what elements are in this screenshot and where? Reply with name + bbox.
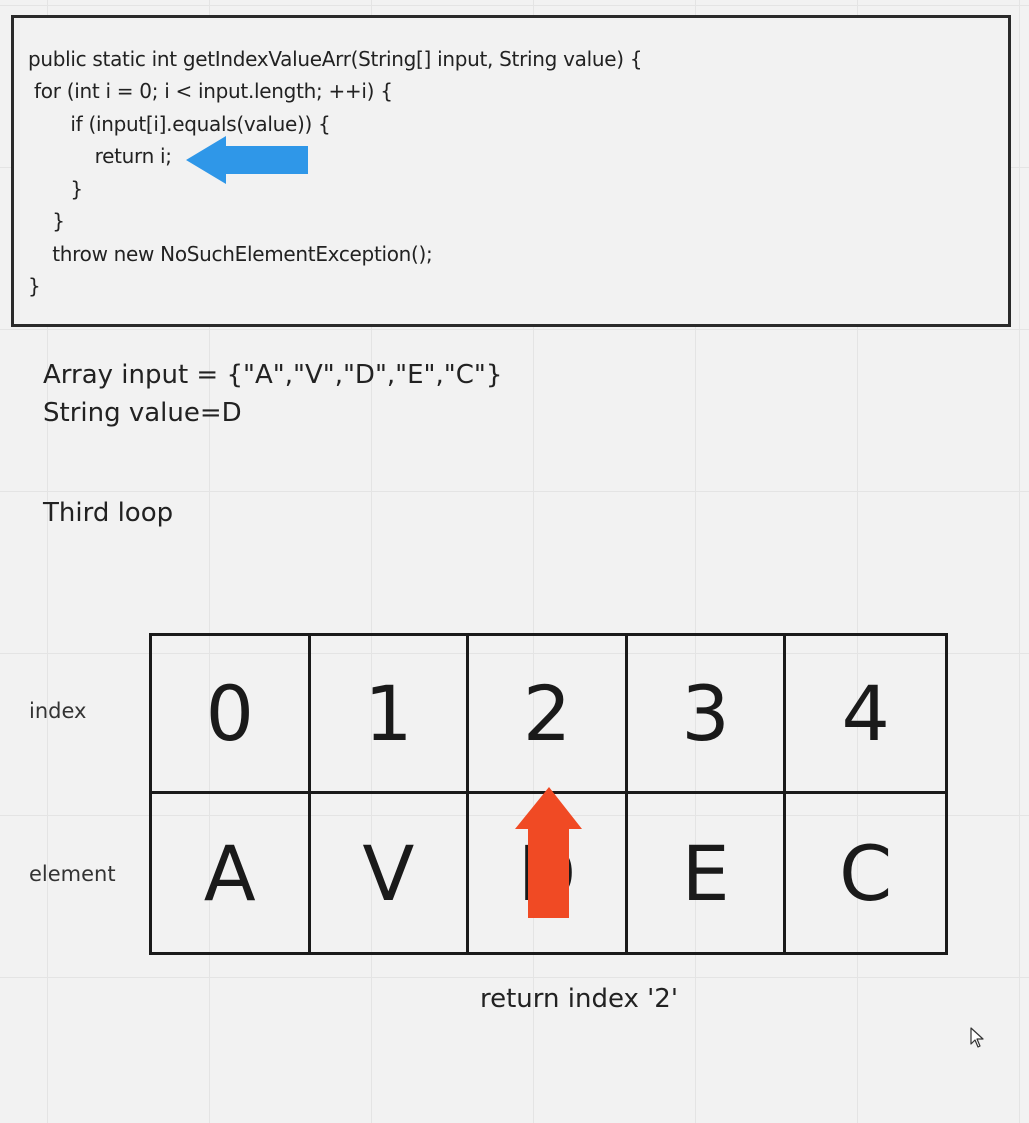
red-arrow-shape [515, 787, 582, 918]
code-line-6: } [28, 209, 65, 233]
element-cell-4: C [839, 828, 893, 918]
code-line-8: } [28, 274, 41, 298]
code-line-7: throw new NoSuchElementException(); [28, 242, 433, 266]
up-arrow-icon [515, 787, 582, 918]
code-line-3: if (input[i].equals(value)) { [28, 112, 331, 136]
code-line-1: public static int getIndexValueArr(Strin… [28, 47, 643, 71]
code-line-5: } [28, 177, 83, 201]
element-cell-3: E [628, 794, 787, 952]
index-cell-0: 0 [152, 636, 311, 794]
index-cell-3: 3 [627, 636, 787, 794]
element-cell-1: V [311, 794, 470, 952]
index-cell-4: 4 [786, 636, 945, 794]
element-row-label: element [29, 862, 116, 886]
code-box: public static int getIndexValueArr(Strin… [11, 15, 1011, 327]
index-cell-1: 1 [310, 636, 470, 794]
mouse-cursor-icon [970, 1027, 984, 1048]
loop-line: Third loop [43, 498, 174, 528]
value-line: String value=D [43, 398, 242, 428]
code-line-4: return i; [28, 144, 172, 168]
element-cell-0: A [152, 794, 311, 952]
left-arrow-icon [186, 136, 308, 184]
result-text: return index '2' [480, 984, 678, 1014]
index-cell-2: 2 [469, 636, 628, 794]
code-line-2: for (int i = 0; i < input.length; ++i) { [28, 79, 393, 103]
blue-arrow-shape [186, 136, 308, 184]
array-line: Array input = {"A","V","D","E","C"} [43, 360, 503, 390]
index-row-label: index [29, 699, 87, 723]
